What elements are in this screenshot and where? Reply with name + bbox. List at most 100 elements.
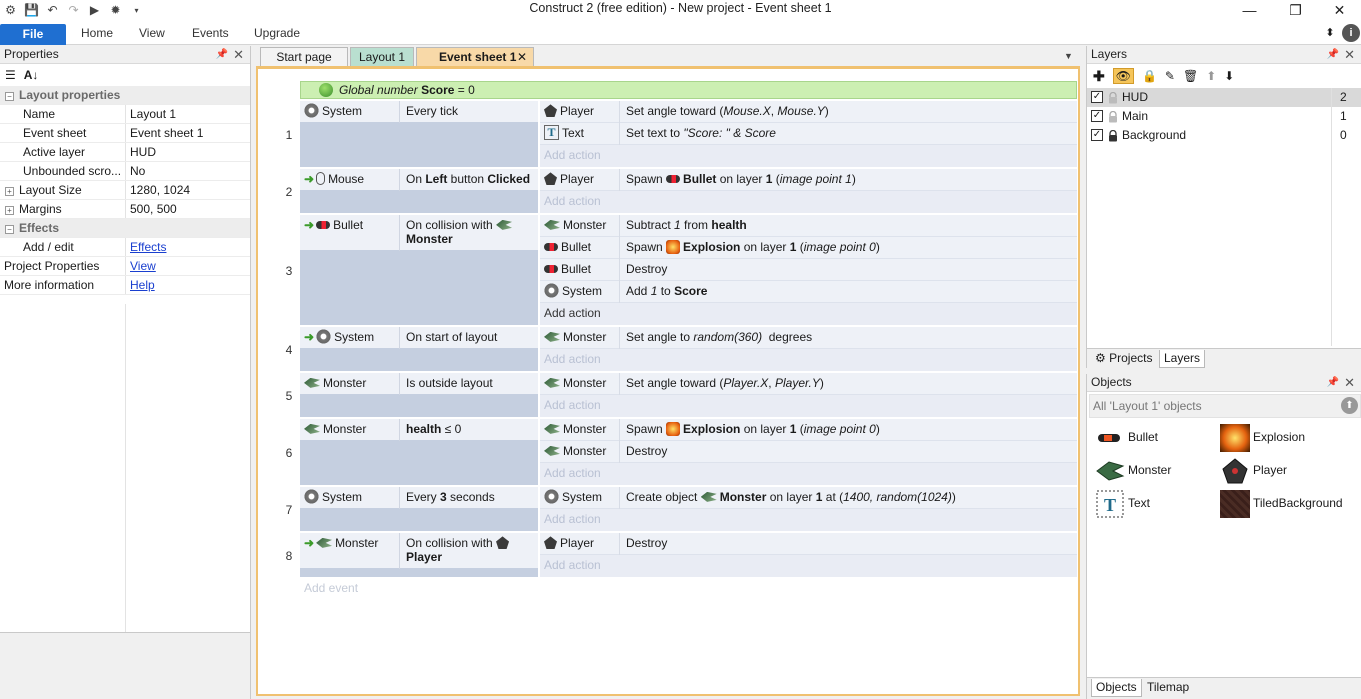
condition-object[interactable]: System <box>300 101 400 123</box>
condition[interactable]: ➜ Bullet On collision with Monster <box>300 215 538 251</box>
condition-object[interactable]: ➜ Bullet <box>300 215 400 251</box>
layer-row[interactable]: ✓ HUD 2 <box>1087 88 1361 107</box>
object-item[interactable]: TiledBackground <box>1220 488 1343 518</box>
sort-alpha-icon[interactable]: A↓ <box>24 68 39 82</box>
file-tab[interactable]: File <box>0 24 66 45</box>
action[interactable]: System Create object Monster on layer 1 a… <box>540 487 1077 509</box>
conditions-block[interactable]: Monster health ≤ 0 <box>300 419 538 485</box>
delete-layer-icon[interactable]: 🗑 <box>1183 69 1198 83</box>
object-item[interactable]: Player <box>1220 455 1287 485</box>
action[interactable]: Player Spawn Bullet on layer 1 (image poi… <box>540 169 1077 191</box>
minimize-button[interactable]: — <box>1227 0 1272 22</box>
condition-object[interactable]: Monster <box>300 373 400 395</box>
conditions-block[interactable]: ➜ Bullet On collision with Monster <box>300 215 538 325</box>
action-object[interactable]: System <box>540 281 620 303</box>
layer-visible-checkbox[interactable]: ✓ <box>1091 90 1103 103</box>
close-icon[interactable]: ✕ <box>233 46 244 63</box>
lock-icon[interactable] <box>1108 91 1118 104</box>
conditions-block[interactable]: ➜ Monster On collision with Player <box>300 533 538 577</box>
add-layer-icon[interactable]: ✚ <box>1093 68 1105 85</box>
visibility-icon[interactable]: 👁 <box>1112 68 1134 84</box>
condition[interactable]: Monster Is outside layout <box>300 373 538 395</box>
close-icon[interactable]: ✕ <box>1344 46 1355 63</box>
property-category[interactable]: − Effects <box>0 219 250 238</box>
condition-object[interactable]: ➜ Mouse <box>300 169 400 191</box>
expand-icon[interactable]: + <box>5 206 14 215</box>
collapse-icon[interactable]: − <box>5 92 14 101</box>
add-action-link[interactable]: Add action <box>544 303 601 325</box>
help-icon[interactable]: i <box>1342 24 1360 42</box>
event-5[interactable]: 5 Monster Is outside layout Monster Set angl… <box>258 373 1078 419</box>
condition-text[interactable]: Is outside layout <box>404 373 538 393</box>
close-tab-icon[interactable]: ✕ <box>517 48 527 67</box>
condition-text[interactable]: On Left button Clicked <box>404 169 538 189</box>
action-object[interactable]: Player <box>540 169 620 191</box>
action-text[interactable]: Spawn Explosion on layer 1 (image point … <box>626 237 880 257</box>
close-icon[interactable]: ✕ <box>1344 374 1355 391</box>
actions-block[interactable]: Player Destroy Add action <box>540 533 1077 577</box>
add-event-link[interactable]: Add event <box>304 581 358 595</box>
action-object[interactable]: Monster <box>540 327 620 349</box>
property-category[interactable]: − Layout properties <box>0 86 250 105</box>
global-variable[interactable]: Global number Score = 0 <box>300 81 1077 99</box>
tab-events[interactable]: Events <box>192 26 229 40</box>
object-item[interactable]: Bullet <box>1095 422 1158 452</box>
action-object[interactable]: System <box>540 487 620 509</box>
expand-icon[interactable]: + <box>5 187 14 196</box>
tab-tilemap[interactable]: Tilemap <box>1143 679 1193 697</box>
action-text[interactable]: Spawn Bullet on layer 1 (image point 1) <box>626 169 856 189</box>
action[interactable]: Monster Spawn Explosion on layer 1 (image… <box>540 419 1077 441</box>
objects-filter[interactable]: All 'Layout 1' objects ⬆ <box>1089 394 1361 418</box>
object-item[interactable]: Monster <box>1095 455 1171 485</box>
event-2[interactable]: 2 ➜ Mouse On Left button Clicked Player Spawn… <box>258 169 1078 215</box>
layer-row[interactable]: ✓ Background 0 <box>1087 126 1361 145</box>
action-text[interactable]: Set angle toward (Mouse.X, Mouse.Y) <box>626 101 829 121</box>
action-object[interactable]: T Text <box>540 123 620 145</box>
object-item[interactable]: T Text <box>1095 488 1150 518</box>
action-text[interactable]: Destroy <box>626 533 667 553</box>
pin-icon[interactable]: 📌 <box>1327 46 1339 63</box>
actions-block[interactable]: Monster Set angle to random(360) degrees A… <box>540 327 1077 371</box>
property-value[interactable]: Layout 1 <box>126 105 176 123</box>
actions-block[interactable]: Monster Subtract 1 from health Bullet Spawn… <box>540 215 1077 325</box>
action[interactable]: Player Destroy <box>540 533 1077 555</box>
layer-row[interactable]: ✓ Main 1 <box>1087 107 1361 126</box>
property-value[interactable]: Event sheet 1 <box>126 124 203 142</box>
condition-text[interactable]: On collision with Player <box>404 536 538 564</box>
condition[interactable]: ➜ System On start of layout <box>300 327 538 349</box>
action-text[interactable]: Create object Monster on layer 1 at (140… <box>626 487 956 507</box>
tab-view[interactable]: View <box>139 26 165 40</box>
layer-visible-checkbox[interactable]: ✓ <box>1091 109 1103 122</box>
tab-upgrade[interactable]: Upgrade <box>254 26 300 40</box>
action[interactable]: Player Set angle toward (Mouse.X, Mouse.Y… <box>540 101 1077 123</box>
actions-block[interactable]: Player Spawn Bullet on layer 1 (image poi… <box>540 169 1077 213</box>
action-object[interactable]: Bullet <box>540 237 620 259</box>
add-action-link[interactable]: Add action <box>544 555 601 577</box>
actions-block[interactable]: Monster Spawn Explosion on layer 1 (image… <box>540 419 1077 485</box>
condition[interactable]: ➜ Mouse On Left button Clicked <box>300 169 538 191</box>
tab-layout-1[interactable]: Layout 1 <box>350 47 414 67</box>
action[interactable]: Bullet Destroy <box>540 259 1077 281</box>
condition-object[interactable]: System <box>300 487 400 509</box>
action[interactable]: Monster Subtract 1 from health <box>540 215 1077 237</box>
event-3[interactable]: 3 ➜ Bullet On collision with Monster Monster… <box>258 215 1078 327</box>
tab-layers[interactable]: Layers <box>1159 350 1206 368</box>
action-object[interactable]: Bullet <box>540 259 620 281</box>
action[interactable]: Monster Set angle to random(360) degrees <box>540 327 1077 349</box>
conditions-block[interactable]: System Every 3 seconds <box>300 487 538 531</box>
event-1[interactable]: 1 System Every tick Player Set angle toward … <box>258 101 1078 169</box>
property-value[interactable]: 500, 500 <box>126 200 177 218</box>
conditions-block[interactable]: ➜ Mouse On Left button Clicked <box>300 169 538 213</box>
action-text[interactable]: Subtract 1 from health <box>626 215 747 235</box>
property-link[interactable]: Effects <box>130 240 166 254</box>
condition-text[interactable]: Every 3 seconds <box>404 487 538 507</box>
restore-button[interactable]: ❐ <box>1273 0 1318 22</box>
property-value[interactable]: 1280, 1024 <box>126 181 190 199</box>
event-sheet[interactable]: Global number Score = 0 1 System Every tic… <box>258 69 1078 694</box>
event-7[interactable]: 7 System Every 3 seconds System Create objec… <box>258 487 1078 533</box>
tab-projects[interactable]: ⚙ Projects <box>1091 350 1156 368</box>
close-button[interactable]: ✕ <box>1317 0 1361 22</box>
action-text[interactable]: Set angle toward (Player.X, Player.Y) <box>626 373 824 393</box>
action-object[interactable]: Monster <box>540 441 620 463</box>
tab-start-page[interactable]: Start page <box>260 47 348 67</box>
